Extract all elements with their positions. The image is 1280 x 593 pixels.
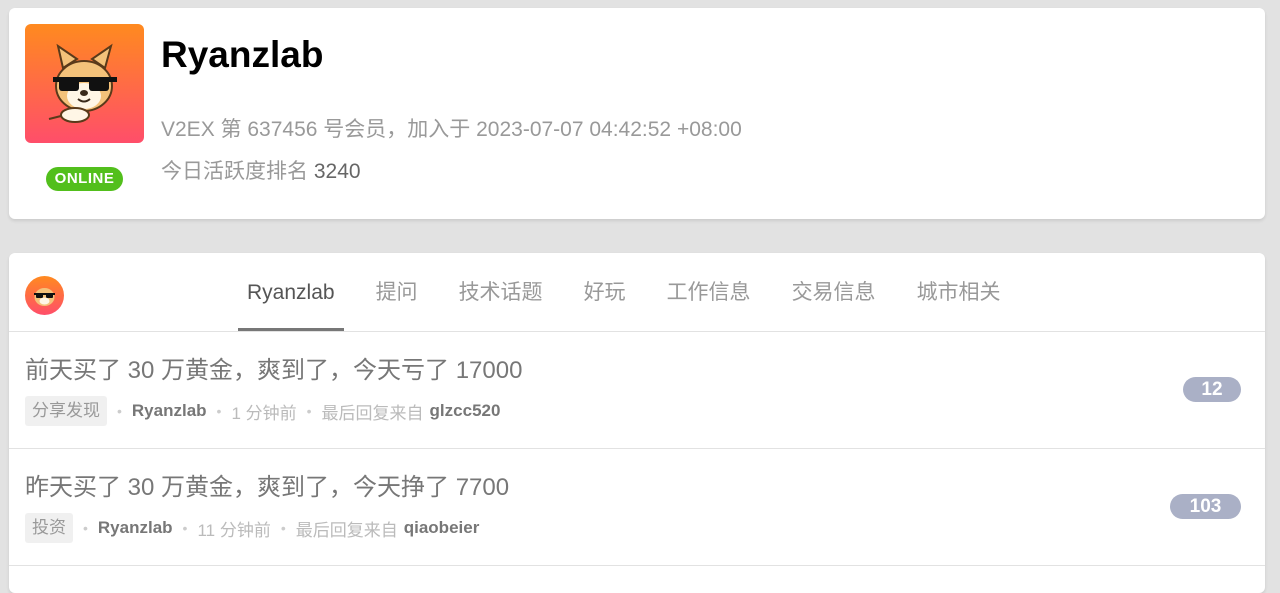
shiba-avatar-icon bbox=[25, 24, 144, 143]
separator-dot: • bbox=[83, 520, 88, 536]
topic-row: 昨天买了 30 万黄金，爽到了，今天挣了 7700 投资 • Ryanzlab … bbox=[9, 449, 1265, 566]
separator-dot: • bbox=[306, 403, 312, 419]
shiba-avatar-icon bbox=[25, 276, 64, 315]
user-avatar-small[interactable] bbox=[25, 276, 64, 315]
topic-time: 11 分钟前 bbox=[197, 520, 271, 540]
last-reply-label: 最后回复来自 bbox=[321, 403, 424, 423]
profile-username: Ryanzlab bbox=[161, 34, 324, 75]
activity-rank: 今日活跃度排名 3240 bbox=[161, 155, 361, 185]
online-status-badge: ONLINE bbox=[46, 167, 123, 191]
activity-rank-label: 今日活跃度排名 bbox=[161, 160, 308, 183]
last-reply-user[interactable]: qiaobeier bbox=[404, 518, 480, 538]
topic-author[interactable]: Ryanzlab bbox=[132, 401, 207, 421]
separator-dot: • bbox=[117, 403, 122, 419]
tab-ryanzlab[interactable]: Ryanzlab bbox=[238, 253, 344, 331]
separator-dot: • bbox=[216, 403, 222, 419]
topic-meta: 分享发现 • Ryanzlab • 1 分钟前 • 最后回复来自 glzcc52… bbox=[25, 396, 500, 426]
separator-dot: • bbox=[280, 520, 286, 536]
profile-card: ONLINE Ryanzlab V2EX 第 637456 号会员，加入于 20… bbox=[9, 8, 1265, 219]
tab-city[interactable]: 城市相关 bbox=[908, 253, 1010, 331]
topic-title-link[interactable]: 前天买了 30 万黄金，爽到了，今天亏了 17000 bbox=[25, 350, 522, 385]
node-tag[interactable]: 分享发现 bbox=[25, 396, 107, 426]
reply-count-badge[interactable]: 103 bbox=[1170, 494, 1241, 519]
last-reply-label: 最后回复来自 bbox=[295, 520, 398, 540]
separator-dot: • bbox=[182, 520, 188, 536]
tab-fun[interactable]: 好玩 bbox=[575, 253, 635, 331]
tab-deals[interactable]: 交易信息 bbox=[783, 253, 885, 331]
topic-author[interactable]: Ryanzlab bbox=[98, 518, 173, 538]
topic-time: 1 分钟前 bbox=[231, 403, 297, 423]
topics-card: Ryanzlab 提问 技术话题 好玩 工作信息 交易信息 城市相关 前天买了 … bbox=[9, 253, 1265, 593]
activity-rank-value[interactable]: 3240 bbox=[314, 160, 361, 183]
node-tag[interactable]: 投资 bbox=[25, 513, 73, 543]
reply-count-badge[interactable]: 12 bbox=[1183, 377, 1241, 402]
tab-qna[interactable]: 提问 bbox=[367, 253, 427, 331]
node-tabs: Ryanzlab 提问 技术话题 好玩 工作信息 交易信息 城市相关 bbox=[238, 253, 1033, 331]
user-avatar-large[interactable] bbox=[25, 24, 144, 143]
tab-tech[interactable]: 技术话题 bbox=[450, 253, 552, 331]
last-reply-user[interactable]: glzcc520 bbox=[430, 401, 501, 421]
tab-bar: Ryanzlab 提问 技术话题 好玩 工作信息 交易信息 城市相关 bbox=[9, 253, 1265, 332]
topic-title-link[interactable]: 昨天买了 30 万黄金，爽到了，今天挣了 7700 bbox=[25, 467, 509, 502]
topic-row: 前天买了 30 万黄金，爽到了，今天亏了 17000 分享发现 • Ryanzl… bbox=[9, 332, 1265, 449]
topic-meta: 投资 • Ryanzlab • 11 分钟前 • 最后回复来自 qiaobeie… bbox=[25, 513, 479, 543]
member-info: V2EX 第 637456 号会员，加入于 2023-07-07 04:42:5… bbox=[161, 118, 742, 141]
tab-jobs[interactable]: 工作信息 bbox=[658, 253, 760, 331]
